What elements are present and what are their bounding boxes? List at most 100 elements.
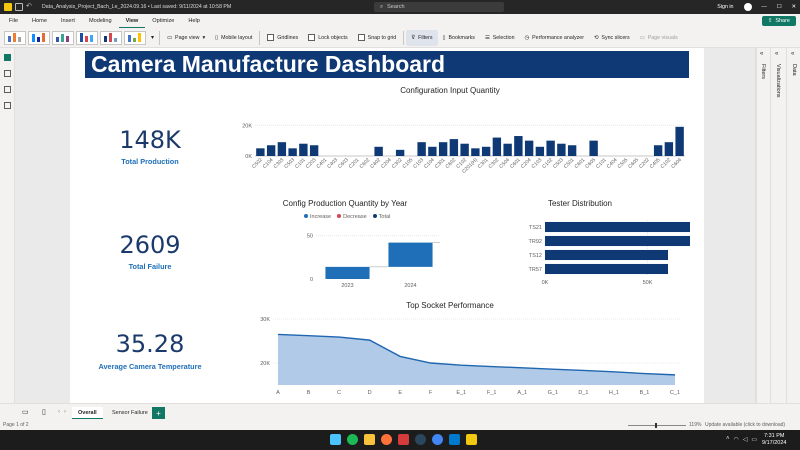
sync-slicers-button[interactable]: ⟲ Sync slicers bbox=[589, 30, 635, 46]
theme-thumbnail[interactable] bbox=[124, 30, 146, 45]
bar bbox=[395, 149, 405, 156]
vscode-icon[interactable] bbox=[449, 434, 460, 445]
start-icon[interactable] bbox=[330, 434, 341, 445]
bookmarks-button[interactable]: ▯ Bookmarks bbox=[438, 30, 480, 46]
visualizations-pane[interactable]: « Visualizations bbox=[770, 48, 786, 403]
legend-total[interactable]: Total bbox=[372, 214, 390, 220]
menu-file[interactable]: File bbox=[2, 14, 25, 28]
performance-analyzer-button[interactable]: ◷ Performance analyzer bbox=[520, 30, 589, 46]
x-tick-label: C204 bbox=[380, 157, 393, 170]
menu-optimize[interactable]: Optimize bbox=[145, 14, 181, 28]
legend-increase[interactable]: Increase bbox=[304, 214, 331, 220]
snap-to-grid-checkbox[interactable]: Snap to grid bbox=[353, 30, 402, 46]
tab-sensor-failure[interactable]: Sensor Failure bbox=[106, 407, 154, 419]
maximize-icon[interactable]: ☐ bbox=[777, 4, 782, 10]
chrome-icon[interactable] bbox=[432, 434, 443, 445]
socket-performance-chart[interactable]: 20K 30K A B C D E F E_1 F_1 A_1 G_1 D_1 H_1 B_1 C_1 bbox=[225, 313, 690, 398]
collapse-icon[interactable]: « bbox=[760, 51, 763, 57]
x-tick-label: C104 bbox=[423, 157, 436, 170]
x-tick-label: C101 bbox=[294, 157, 307, 170]
firefox-icon[interactable] bbox=[381, 434, 392, 445]
y-tick-label: 0K bbox=[245, 154, 252, 160]
theme-thumbnail[interactable] bbox=[100, 30, 122, 45]
bar bbox=[524, 140, 534, 156]
waterfall-increase-bar bbox=[388, 242, 433, 267]
legend-dot bbox=[372, 214, 377, 218]
wifi-icon[interactable]: ◠ bbox=[734, 436, 739, 443]
menu-home[interactable]: Home bbox=[25, 14, 54, 28]
table-view-icon[interactable] bbox=[3, 70, 11, 77]
update-notice[interactable]: Update available (click to download) bbox=[705, 422, 785, 428]
save-icon[interactable] bbox=[15, 3, 23, 11]
selection-button[interactable]: ☰ Selection bbox=[480, 30, 520, 46]
legend-decrease[interactable]: Decrease bbox=[337, 214, 367, 220]
theme-thumbnail[interactable] bbox=[28, 30, 50, 45]
menu-help[interactable]: Help bbox=[181, 14, 207, 28]
filters-pane[interactable]: « Filters bbox=[756, 48, 770, 403]
kpi-avg-temperature-value[interactable]: 35.28 bbox=[70, 330, 230, 358]
volume-icon[interactable]: ◁ bbox=[743, 436, 748, 443]
zoom-slider[interactable] bbox=[628, 425, 686, 426]
next-page-icon[interactable]: › bbox=[64, 409, 66, 415]
gridlines-checkbox[interactable]: Gridlines bbox=[262, 30, 303, 46]
menu-modeling[interactable]: Modeling bbox=[82, 14, 119, 28]
search-box[interactable]: ⌕ Search bbox=[374, 2, 504, 12]
powerbi-taskbar-icon[interactable] bbox=[466, 434, 477, 445]
themes-expand-icon[interactable]: ▾ bbox=[151, 34, 154, 41]
bar bbox=[374, 146, 383, 156]
x-tick-label: C303 bbox=[273, 157, 286, 170]
add-page-button[interactable]: + bbox=[152, 407, 165, 419]
files-icon[interactable] bbox=[364, 434, 375, 445]
x-tick-label: C103 bbox=[531, 157, 544, 170]
clock[interactable]: 7:31 PM 9/17/2024 bbox=[762, 433, 786, 447]
battery-icon[interactable]: ▭ bbox=[751, 436, 757, 443]
tab-overall[interactable]: Overall bbox=[72, 407, 103, 419]
spotify-icon[interactable] bbox=[347, 434, 358, 445]
mobile-icon: ▯ bbox=[215, 34, 219, 41]
prev-page-icon[interactable]: ‹ bbox=[58, 409, 60, 415]
chevron-down-icon: ▾ bbox=[202, 34, 206, 41]
avatar[interactable] bbox=[743, 3, 752, 11]
config-input-chart[interactable]: 20K0KC502C104C303C503C101C203C401C403C60… bbox=[225, 103, 690, 188]
collapse-icon[interactable]: « bbox=[775, 51, 778, 57]
x-tick-label: A_1 bbox=[517, 390, 527, 396]
theme-thumbnail[interactable] bbox=[52, 30, 74, 45]
menu-insert[interactable]: Insert bbox=[54, 14, 82, 28]
mobile-layout-button[interactable]: ▯ Mobile layout bbox=[210, 30, 257, 46]
dashboard-banner[interactable]: Camera Manufacture Dashboard bbox=[85, 51, 689, 78]
app-icon[interactable] bbox=[398, 434, 409, 445]
x-tick-label: C104 bbox=[262, 157, 275, 170]
tester-bar bbox=[545, 263, 668, 275]
model-view-icon[interactable] bbox=[3, 86, 11, 93]
desktop-layout-icon[interactable]: ▭ bbox=[22, 408, 29, 416]
page-view-button[interactable]: ▭ Page view ▾ bbox=[162, 30, 210, 46]
minimize-icon[interactable]: — bbox=[762, 4, 767, 10]
x-tick-label: C503 bbox=[283, 157, 296, 170]
zoom-thumb[interactable] bbox=[655, 423, 657, 428]
collapse-icon[interactable]: « bbox=[791, 51, 794, 57]
waterfall-chart[interactable]: 50020232024Total bbox=[230, 223, 440, 293]
menu-view[interactable]: View bbox=[118, 14, 146, 28]
kpi-total-production-value[interactable]: 148K bbox=[70, 126, 230, 154]
share-button[interactable]: ⇪ Share bbox=[761, 16, 796, 26]
x-tick-label: C602 bbox=[445, 157, 458, 170]
x-tick-label: C405 bbox=[649, 157, 662, 170]
report-view-icon[interactable] bbox=[3, 54, 11, 61]
chevron-up-icon[interactable]: ˄ bbox=[726, 436, 730, 443]
filters-toggle[interactable]: ⊽ Filters bbox=[406, 29, 438, 46]
kpi-total-failure-value[interactable]: 2609 bbox=[70, 231, 230, 259]
data-pane[interactable]: « Data bbox=[786, 48, 800, 403]
dax-query-icon[interactable] bbox=[3, 102, 11, 109]
lock-objects-checkbox[interactable]: Lock objects bbox=[303, 30, 352, 46]
visualizations-pane-label: Visualizations bbox=[775, 64, 781, 98]
signin-link[interactable]: Sign in bbox=[717, 4, 733, 10]
undo-icon[interactable]: ↶ bbox=[26, 3, 34, 11]
theme-thumbnail[interactable] bbox=[4, 30, 26, 45]
steam-icon[interactable] bbox=[415, 434, 426, 445]
theme-thumbnail[interactable] bbox=[76, 30, 98, 45]
zoom-level[interactable]: 119% bbox=[689, 422, 701, 428]
close-icon[interactable]: ✕ bbox=[792, 4, 796, 10]
x-tick-label: C105 bbox=[402, 157, 415, 170]
mobile-layout-icon[interactable]: ▯ bbox=[42, 408, 46, 416]
tester-distribution-chart[interactable]: 0K50K100KTS21TR92TS12TR57 bbox=[450, 216, 690, 292]
